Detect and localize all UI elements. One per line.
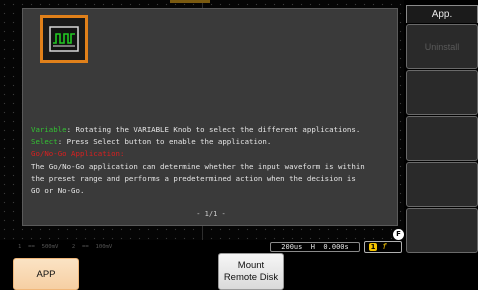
mount-label: Mount	[237, 259, 265, 271]
remote-disk-label: Remote Disk	[223, 271, 279, 283]
help-line: Variable: Rotating the VARIABLE Knob to …	[31, 124, 393, 136]
uninstall-button[interactable]: Uninstall	[406, 24, 478, 69]
side-button-4[interactable]	[406, 162, 478, 207]
status-bar: 1 == 500mV 2 == 100mV 200us H 0.000s 1 f	[0, 240, 404, 254]
help-line-segment: : Press Select button to enable the appl…	[57, 137, 272, 147]
side-button-3[interactable]	[406, 116, 478, 161]
side-menu-title: App.	[406, 5, 478, 23]
bottom-softkey-bar: APP Mount Remote Disk	[0, 253, 478, 290]
help-line-segment: : Rotating the VARIABLE Knob to select t…	[66, 125, 361, 134]
trigger-slope-icon: f	[382, 242, 387, 251]
help-line-segment: :	[120, 149, 125, 159]
side-button-2[interactable]	[406, 70, 478, 115]
help-line-segment: Select	[31, 137, 58, 147]
help-line: Go/No-Go Application:	[31, 148, 393, 160]
help-line: the preset range and performs a predeter…	[31, 173, 393, 185]
help-line: GO or No-Go.	[31, 185, 393, 197]
mount-remote-disk-button[interactable]: Mount Remote Disk	[218, 253, 284, 290]
help-line: The Go/No-Go application can determine w…	[31, 161, 393, 173]
app-button[interactable]: APP	[13, 258, 79, 290]
help-line-segment: The Go/No-Go application can determine w…	[31, 161, 365, 171]
side-menu: App. Uninstall	[406, 5, 478, 253]
side-button-5[interactable]	[406, 208, 478, 253]
waveform-app-icon	[40, 15, 88, 63]
f-badge-icon: F	[393, 229, 404, 240]
help-page-indicator: - 1/1 -	[196, 210, 226, 218]
help-text: Variable: Rotating the VARIABLE Knob to …	[31, 124, 393, 197]
help-line-segment: the preset range and performs a predeter…	[31, 173, 356, 183]
help-line-segment: Variable	[31, 125, 67, 134]
help-line-segment: GO or No-Go.	[31, 186, 85, 196]
trigger-status: 1 f	[364, 241, 402, 253]
help-line-segment: Go/No-Go Application	[31, 149, 120, 159]
timebase-readout: 200us H 0.000s	[270, 242, 360, 252]
trigger-source: 1	[369, 243, 377, 251]
top-marker	[170, 0, 210, 3]
channel-status: 1 == 500mV 2 == 100mV	[18, 244, 113, 250]
help-dialog: Variable: Rotating the VARIABLE Knob to …	[22, 8, 398, 226]
help-line: Select: Press Select button to enable th…	[31, 136, 393, 148]
